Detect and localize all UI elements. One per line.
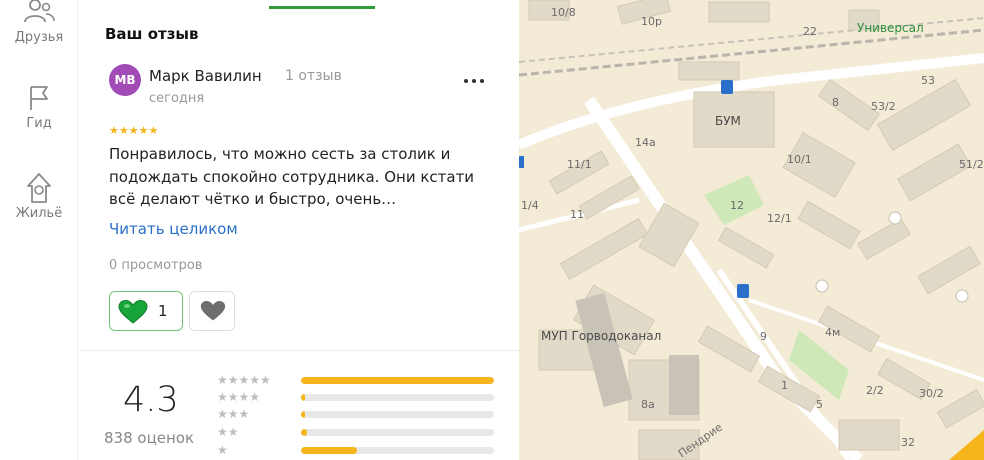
- rating-row-stars: ★★★★: [217, 390, 261, 404]
- house-icon: [27, 173, 51, 203]
- map-label: 8: [832, 96, 839, 109]
- active-tab-indicator: [269, 6, 375, 9]
- author-name[interactable]: Марк Вавилин: [149, 67, 262, 85]
- rating-value: 4.3: [123, 380, 179, 420]
- rating-row-stars: ★: [217, 443, 228, 457]
- rail-item-friends[interactable]: Друзья: [0, 0, 78, 45]
- map-label: 10р: [641, 15, 662, 28]
- rail-item-label: Друзья: [14, 30, 64, 45]
- rating-count: 838 оценок: [104, 429, 195, 447]
- map-label: 8а: [641, 398, 655, 411]
- rating-row-stars: ★★★: [217, 407, 250, 421]
- dislike-button[interactable]: [189, 291, 235, 331]
- map-view[interactable]: 10/8 10р 22 Универсал 53 БУМ 8 53/2 14а …: [519, 0, 984, 460]
- heart-gray-icon: [200, 301, 226, 321]
- rating-bar-track: [301, 377, 494, 384]
- map-label[interactable]: БУМ: [715, 114, 741, 128]
- map-label: 4м: [825, 326, 841, 339]
- rating-bar-track: [301, 429, 494, 436]
- views-count: 0 просмотров: [109, 258, 203, 273]
- review-text: Понравилось, что можно сесть за столик и…: [109, 145, 475, 208]
- map-label: 22: [803, 25, 817, 38]
- rail-item-label: Гид: [26, 116, 52, 131]
- dot-icon: [464, 79, 468, 83]
- rating-bar-track: [301, 411, 494, 418]
- map-label: 12/1: [767, 212, 792, 225]
- map-label: 51/2: [959, 158, 984, 171]
- map-label: 10/8: [551, 6, 576, 19]
- review-panel: Ваш отзыв MB Марк Вавилин 1 отзыв сегодн…: [79, 0, 519, 460]
- rating-bar-fill: [301, 377, 494, 384]
- map-label: 9: [760, 330, 767, 343]
- rating-bar-track: [301, 394, 494, 401]
- panel-title: Ваш отзыв: [105, 25, 199, 43]
- map-label[interactable]: МУП Горводоканал: [541, 329, 661, 343]
- author-review-count: 1 отзыв: [285, 68, 342, 84]
- rating-row-stars: ★★★★★: [217, 373, 271, 387]
- rail-item-housing[interactable]: Жильё: [0, 170, 78, 221]
- rating-bar-fill: [301, 447, 357, 454]
- flag-icon: [30, 86, 48, 110]
- rating-bar-fill: [301, 429, 307, 436]
- rating-row-stars: ★★: [217, 425, 239, 439]
- rail-item-label: Жильё: [15, 206, 63, 221]
- map-label[interactable]: Универсал: [857, 21, 924, 35]
- like-count: 1: [158, 302, 168, 320]
- left-rail: Друзья Гид Жильё: [0, 0, 78, 460]
- dot-icon: [480, 79, 484, 83]
- rating-bar-fill: [301, 394, 305, 401]
- dot-icon: [472, 79, 476, 83]
- map-label: 53/2: [871, 100, 896, 113]
- map-label: 12: [730, 199, 744, 212]
- friends-icon: [24, 0, 55, 23]
- rail-item-guide[interactable]: Гид: [0, 84, 78, 131]
- map-label: 1/4: [521, 199, 539, 212]
- review-stars: ★★★★★: [109, 124, 159, 137]
- like-button[interactable]: 1: [109, 291, 183, 331]
- map-canvas[interactable]: [519, 0, 984, 460]
- map-label: 11: [570, 208, 584, 221]
- read-more-link[interactable]: Читать целиком: [109, 220, 238, 238]
- review-date: сегодня: [149, 91, 205, 106]
- map-label: 30/2: [919, 387, 944, 400]
- map-label: 53: [921, 74, 935, 87]
- rating-bar-track: [301, 447, 494, 454]
- more-options-button[interactable]: [461, 70, 487, 90]
- map-label: 11/1: [567, 158, 592, 171]
- avatar[interactable]: MB: [109, 64, 141, 96]
- map-label: 10/1: [787, 153, 812, 166]
- heart-green-icon: [118, 300, 148, 324]
- map-label: 5: [816, 398, 823, 411]
- map-label: 32: [901, 436, 915, 449]
- map-label: 14а: [635, 136, 656, 149]
- rating-bar-fill: [301, 411, 305, 418]
- section-divider: [79, 350, 519, 351]
- map-label: 1: [781, 379, 788, 392]
- map-label: 2/2: [866, 384, 884, 397]
